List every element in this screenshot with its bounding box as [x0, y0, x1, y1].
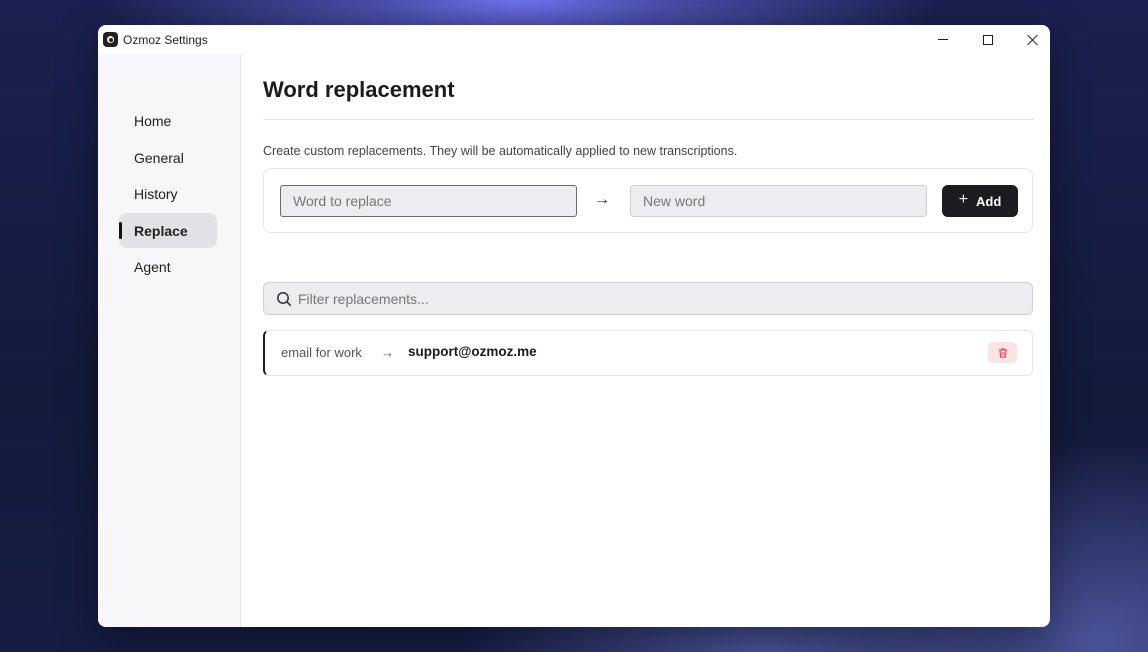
sidebar-item-label: History: [134, 185, 178, 202]
close-icon: [1027, 34, 1039, 46]
plus-icon: +: [958, 191, 969, 208]
arrow-right-icon: →: [594, 191, 610, 208]
title-bar[interactable]: Ozmoz Settings: [98, 25, 1050, 54]
add-button-label: Add: [976, 193, 1002, 209]
page-description: Create custom replacements. They will be…: [263, 144, 738, 158]
trash-icon: [998, 347, 1007, 358]
title-divider: [263, 119, 1034, 120]
window-title: Ozmoz Settings: [123, 33, 208, 47]
filter-input[interactable]: [298, 283, 1022, 314]
sidebar-item-history[interactable]: History: [119, 176, 217, 211]
search-icon: [277, 292, 292, 307]
word-to-replace-input[interactable]: [280, 185, 577, 217]
app-logo-icon: [103, 32, 118, 47]
replacement-row: email for work → support@ozmoz.me: [263, 330, 1033, 376]
replacement-from: email for work: [281, 345, 362, 360]
close-button[interactable]: [1010, 25, 1050, 54]
sidebar-item-home[interactable]: Home: [119, 103, 217, 138]
sidebar-item-label: General: [134, 149, 184, 166]
settings-window: Ozmoz Settings Home General History Repl…: [98, 25, 1050, 627]
arrow-right-icon: →: [381, 345, 394, 360]
sidebar-item-label: Replace: [134, 222, 188, 239]
new-word-input[interactable]: [630, 185, 927, 217]
page-title: Word replacement: [263, 77, 455, 102]
sidebar-item-replace[interactable]: Replace: [119, 213, 217, 248]
sidebar-item-agent[interactable]: Agent: [119, 249, 217, 284]
sidebar-item-label: Home: [134, 112, 172, 129]
sidebar-item-label: Agent: [134, 258, 171, 275]
minimize-icon: [937, 39, 948, 40]
filter-bar: [263, 282, 1033, 315]
add-button[interactable]: + Add: [942, 185, 1018, 217]
maximize-button[interactable]: [965, 25, 1010, 54]
maximize-icon: [982, 34, 993, 45]
add-replacement-card: → + Add: [263, 168, 1033, 233]
replacement-to: support@ozmoz.me: [408, 344, 537, 359]
delete-replacement-button[interactable]: [988, 342, 1017, 363]
main-content: Word replacement Create custom replaceme…: [241, 54, 1050, 627]
sidebar-item-general[interactable]: General: [119, 140, 217, 175]
sidebar: Home General History Replace Agent: [98, 54, 241, 627]
minimize-button[interactable]: [920, 25, 965, 54]
